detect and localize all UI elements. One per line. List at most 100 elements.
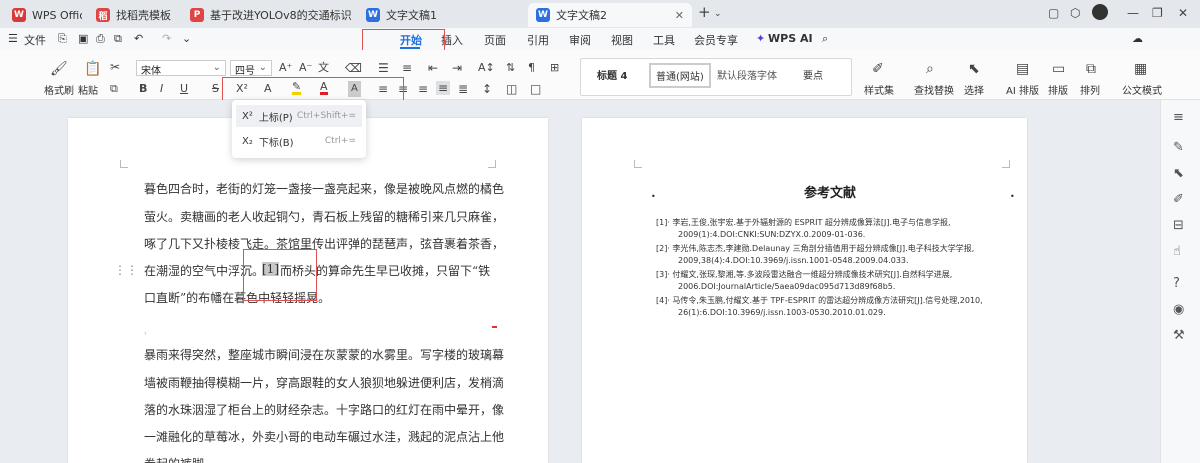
reference-line[interactable]: 2009(1):4.DOI:CNKI:SUN:DZYX.0.2009-01-03… <box>678 230 865 239</box>
restore-icon[interactable]: ❐ <box>1152 6 1163 20</box>
shrink-font-icon[interactable]: A⁻ <box>299 61 312 75</box>
style-heading-4[interactable]: 标题 4 <box>597 67 627 82</box>
reference-line[interactable]: 2006.DOI:JournalArticle/5aea09dac095d713… <box>678 282 895 291</box>
bulb-icon[interactable]: ◉ <box>1173 302 1184 317</box>
menu-reference[interactable]: 引用 <box>527 32 549 48</box>
layout-label[interactable]: 排版 <box>1048 82 1068 97</box>
paste-icon[interactable]: 📋 <box>84 62 101 76</box>
paragraph-line[interactable]: 暴雨来得突然，整座城市瞬间浸在灰蒙蒙的水雾里。写字楼的玻璃幕 <box>144 346 504 363</box>
edit-pen-icon[interactable]: ✎ <box>1173 140 1184 155</box>
menu-review[interactable]: 审阅 <box>569 32 591 48</box>
arrange-icon[interactable]: ⧉ <box>1086 62 1096 76</box>
style-key-point[interactable]: 要点 <box>803 67 823 82</box>
reference-line[interactable]: 2009,38(4):4.DOI:10.3969/j.issn.1001-054… <box>678 256 909 265</box>
menu-wps-ai[interactable]: WPS AI <box>768 32 813 45</box>
style-normal-web[interactable]: 普通(网站) <box>649 63 711 88</box>
drag-handle-icon[interactable]: ⋮⋮ <box>114 263 138 277</box>
style-set-label[interactable]: 样式集 <box>864 82 894 97</box>
reference-line[interactable]: [3]· 付耀文,张琛,黎湘,等.多波段雷达融合一维超分辨成像技术研究[J].自… <box>656 269 952 280</box>
show-marks-icon[interactable]: ¶ <box>528 61 535 75</box>
references-title[interactable]: 参考文献 <box>804 182 856 201</box>
doc-mode-icon[interactable]: ▦ <box>1134 62 1147 76</box>
increase-indent-icon[interactable]: ⇥ <box>452 61 462 75</box>
borders-icon[interactable]: □ <box>530 82 541 96</box>
folder-icon[interactable]: ⎘ <box>58 32 67 46</box>
menu-member[interactable]: 会员专享 <box>694 32 738 48</box>
style-default-para-font[interactable]: 默认段落字体 <box>717 67 777 82</box>
justify-icon[interactable]: ≡ <box>436 81 451 95</box>
underline-icon[interactable]: U <box>180 82 188 96</box>
ai-layout-label[interactable]: AI 排版 <box>1006 82 1039 97</box>
more-chevron-icon[interactable]: ⌄ <box>182 32 191 45</box>
reference-line[interactable]: [1]· 李岩,王俊,张宇宏.基于外辐射源的 ESPRIT 超分辨成像算法[J]… <box>656 217 951 228</box>
select-label[interactable]: 选择 <box>964 82 984 97</box>
distribute-icon[interactable]: ≣ <box>458 82 468 96</box>
window-layout-icon[interactable]: ▢ <box>1048 6 1059 20</box>
redo-icon[interactable]: ↷ <box>162 32 171 45</box>
close-window-icon[interactable]: ✕ <box>1178 6 1188 20</box>
menu-lines-icon[interactable]: ≡ <box>1173 110 1184 125</box>
font-name-select[interactable]: 宋体 ⌄ <box>136 60 226 77</box>
bullets-icon[interactable]: ☰ <box>378 61 389 75</box>
search-icon[interactable]: ⌕ <box>822 32 828 46</box>
avatar[interactable] <box>1092 4 1108 20</box>
tab-doc1[interactable]: W 文字文稿1 <box>358 3 522 27</box>
menu-page[interactable]: 页面 <box>484 32 506 48</box>
font-size-select[interactable]: 四号 ⌄ <box>230 60 272 77</box>
close-tab-icon[interactable]: ✕ <box>675 9 684 22</box>
menu-file[interactable]: 文件 <box>24 32 46 48</box>
print-preview-icon[interactable]: ⧉ <box>114 32 122 46</box>
paragraph-line[interactable]: 暮色四合时，老街的灯笼一盏接一盏亮起来，像是被晚风点燃的橘色 <box>144 180 504 197</box>
chevron-down-icon[interactable]: ⌄ <box>714 9 722 19</box>
doc-mode-label[interactable]: 公文模式 <box>1122 82 1162 97</box>
clear-format-icon[interactable]: ⌫ <box>345 61 362 75</box>
superscript-option[interactable]: X² 上标(P) Ctrl+Shift+= <box>236 105 362 127</box>
subscript-option[interactable]: X₂ 下标(B) Ctrl+= <box>236 130 362 152</box>
find-replace-label[interactable]: 查找替换 <box>914 82 954 97</box>
menu-tools[interactable]: 工具 <box>653 32 675 48</box>
save-icon[interactable]: ▣ <box>78 32 88 45</box>
align-right-icon[interactable]: ≡ <box>418 82 428 96</box>
pointer-icon[interactable]: ☝ <box>1173 244 1181 259</box>
hamburger-icon[interactable]: ☰ <box>8 32 18 45</box>
ai-layout-icon[interactable]: ▤ <box>1016 62 1029 76</box>
bold-icon[interactable]: B <box>139 82 147 96</box>
cut-icon[interactable]: ✂ <box>110 60 120 74</box>
format-painter-label[interactable]: 格式刷 <box>44 82 74 97</box>
copy-icon[interactable]: ⧉ <box>110 82 118 96</box>
strikethrough-icon[interactable]: S <box>212 82 219 96</box>
arrange-label[interactable]: 排列 <box>1080 82 1100 97</box>
menu-view[interactable]: 视图 <box>611 32 633 48</box>
reference-line[interactable]: 26(1):6.DOI:10.3969/j.issn.1003-0530.201… <box>678 308 886 317</box>
minimize-icon[interactable]: — <box>1127 6 1139 20</box>
print-icon[interactable]: ⎙ <box>96 32 105 46</box>
pinyin-icon[interactable]: 文 <box>318 61 329 75</box>
tab-doc2[interactable]: W 文字文稿2 ✕ <box>528 3 692 27</box>
italic-icon[interactable]: I <box>160 82 163 96</box>
tab-wps-office[interactable]: W WPS Office <box>4 3 82 27</box>
line-spacing-icon[interactable]: ↕ <box>482 82 492 96</box>
table-lines-icon[interactable]: ⊞ <box>550 61 559 75</box>
layout-icon[interactable]: ▭ <box>1052 62 1065 76</box>
text-direction-icon[interactable]: A↕ <box>478 61 495 75</box>
slider-icon[interactable]: ⊟ <box>1173 218 1184 233</box>
tools-icon[interactable]: ⚒ <box>1173 328 1185 343</box>
tab-templates[interactable]: 稻 找稻壳模板 <box>88 3 176 27</box>
paragraph-line[interactable]: 墙被雨鞭抽得模糊一片，穿高跟鞋的女人狼狈地躲进便利店，发梢滴 <box>144 374 504 391</box>
paragraph-line[interactable]: 啄了几下又扑棱棱飞走。茶馆里传出评弹的琵琶声，弦音裹着茶香， <box>144 235 504 252</box>
style-set-icon[interactable]: ✐ <box>872 62 884 76</box>
decrease-indent-icon[interactable]: ⇤ <box>428 61 438 75</box>
cloud-upload-icon[interactable]: ☁ <box>1132 32 1143 45</box>
numbering-icon[interactable]: ≡ <box>402 61 412 75</box>
paragraph-line[interactable]: 一滩融化的草莓冰，外卖小哥的电动车碾过水洼，溅起的泥点沾上他 <box>144 428 504 445</box>
select-cursor-icon[interactable]: ⬉ <box>968 62 980 76</box>
grow-font-icon[interactable]: A⁺ <box>279 61 292 75</box>
paragraph-line[interactable]: 萤火。卖糖画的老人收起铜勺，青石板上残留的糖稀引来几只麻雀， <box>144 208 504 225</box>
new-tab-icon[interactable]: + <box>698 3 711 21</box>
paragraph-line[interactable]: 卷起的裤脚。 <box>144 455 216 463</box>
paragraph-line[interactable]: 落的水珠洇湿了柜台上的财经杂志。十字路口的红灯在雨中晕开，像 <box>144 401 504 418</box>
find-replace-icon[interactable]: ⌕ <box>926 62 934 76</box>
help-icon[interactable]: ? <box>1173 276 1180 291</box>
paste-label[interactable]: 粘贴 <box>78 82 98 97</box>
reference-line[interactable]: [4]· 马传令,朱玉鹏,付耀文.基于 TPF-ESPRIT 的雷达超分辨成像方… <box>656 295 983 306</box>
